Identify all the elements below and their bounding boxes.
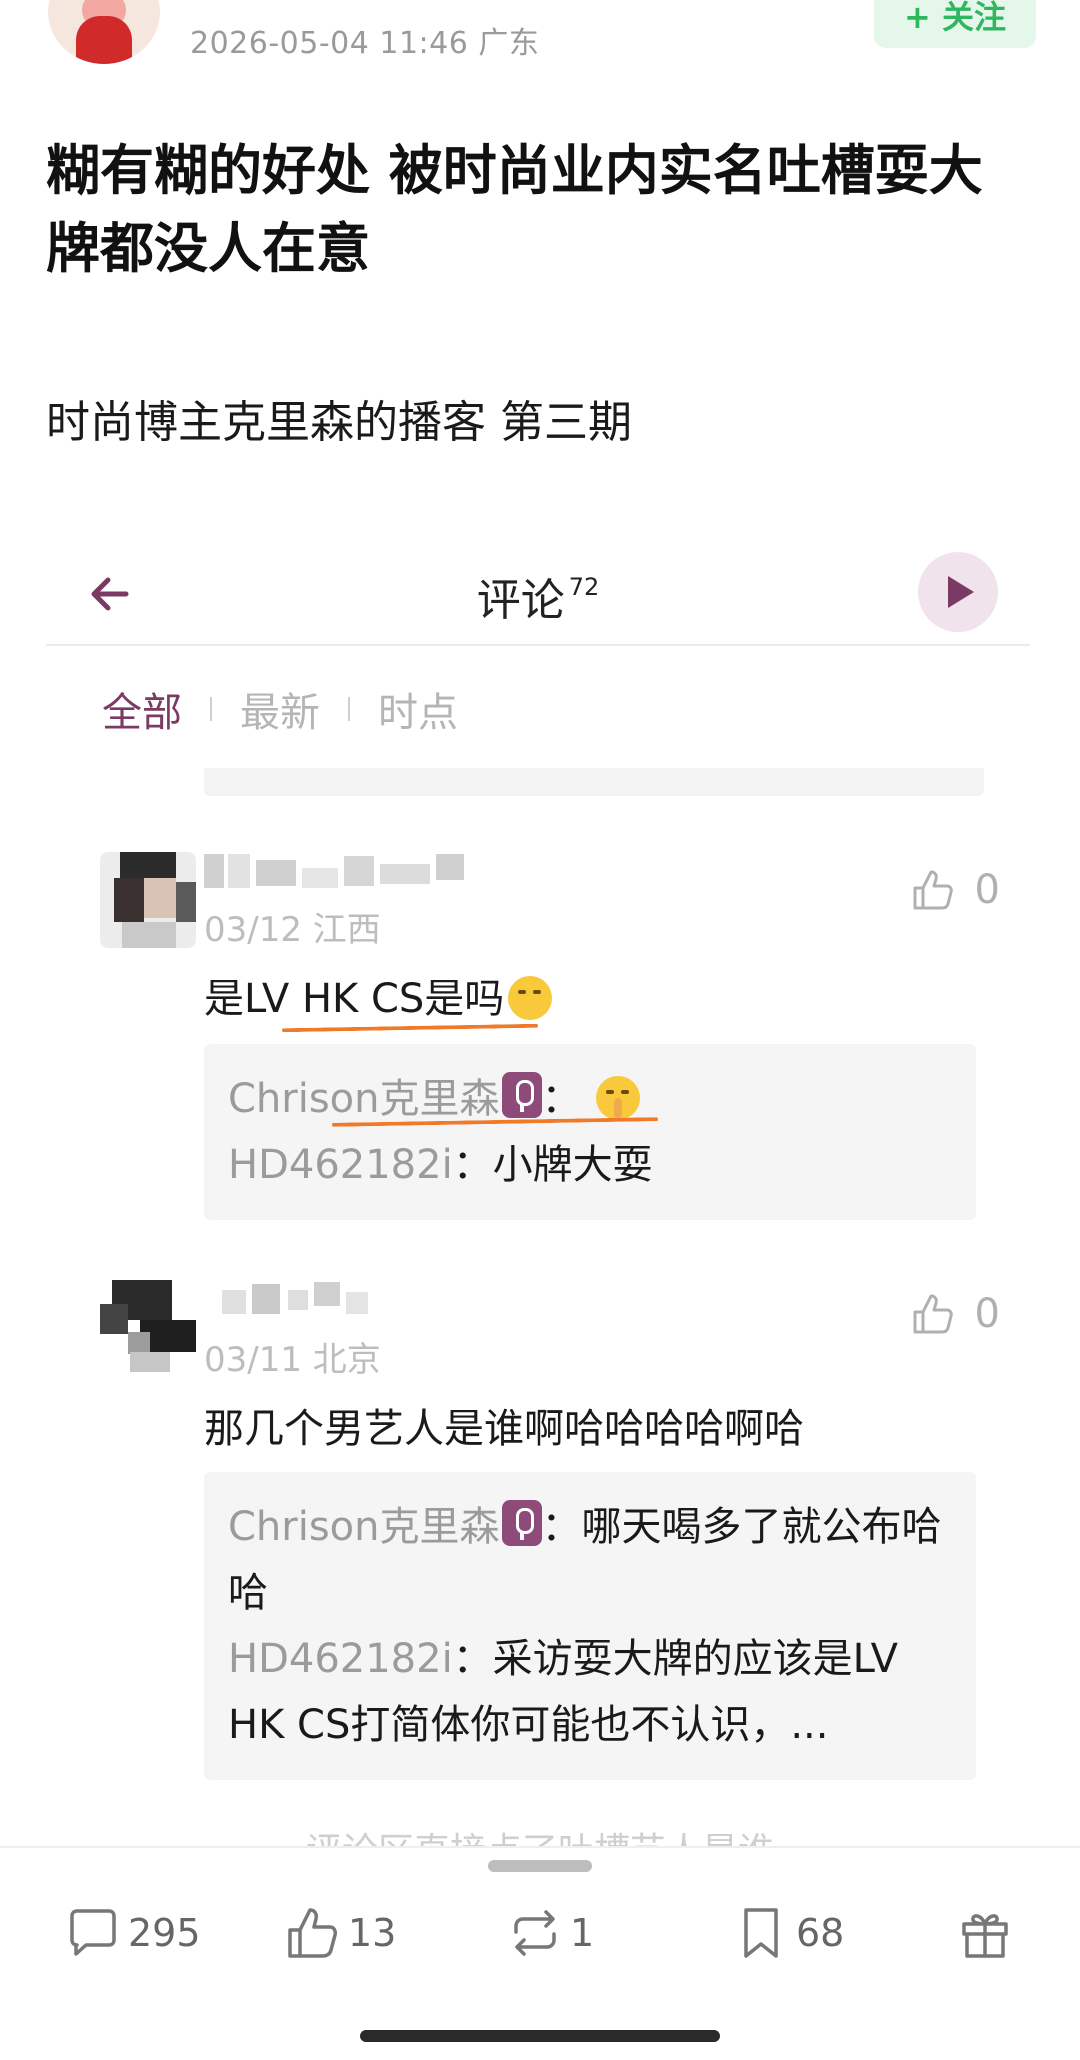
comments-title-label: 评论 [476, 575, 565, 626]
orange-underline-annotation [281, 1023, 539, 1033]
post-meta: 2026-05-04 11:46 广东 [190, 26, 540, 61]
thumbs-up-icon [913, 1294, 953, 1334]
comment-meta: 03/12 江西 [204, 910, 381, 950]
post-header: 2026-05-04 11:46 广东 + 关注 [0, 0, 1080, 72]
comment-icon [70, 1909, 116, 1956]
comment-like-button[interactable]: 0 [909, 866, 1000, 914]
drag-handle[interactable] [488, 1860, 592, 1872]
comment-meta: 03/11 北京 [204, 1340, 381, 1380]
reply-line: HD462182i：小牌大耍 [228, 1132, 952, 1198]
reply-text: ： [541, 1076, 582, 1122]
tab-timepoint[interactable]: 时点 [378, 680, 458, 738]
repost-icon [514, 1910, 556, 1956]
tab-divider [348, 697, 350, 721]
commenter-avatar-blurred[interactable] [100, 1280, 196, 1376]
bottom-action-bar: 295 13 1 68 [0, 1846, 1080, 2060]
comments-count: 72 [568, 573, 600, 601]
reply-line: HD462182i：采访耍大牌的应该是LV HK CS打简体你可能也不认识，..… [228, 1626, 952, 1758]
like-count: 13 [348, 1911, 397, 1955]
reply-author[interactable]: HD462182i [228, 1636, 453, 1682]
avatar-body [76, 16, 132, 64]
comment-text: 是LV HK CS是吗 [204, 966, 553, 1024]
reply-box[interactable]: Chrison克里森 ：哪天喝多了就公布哈哈 HD462182i：采访耍大牌的应该… [204, 1472, 976, 1780]
post-title: 糊有糊的好处 被时尚业内实名吐槽耍大牌都没人在意 [46, 139, 983, 280]
comment-like-count: 0 [974, 1291, 1000, 1337]
shushing-emoji-icon [595, 1076, 640, 1120]
thumbs-up-icon [288, 1908, 337, 1958]
reply-line: Chrison克里森 ：哪天喝多了就公布哈哈 [228, 1494, 952, 1626]
tab-latest[interactable]: 最新 [240, 680, 320, 738]
reply-author[interactable]: Chrison克里森 [228, 1504, 500, 1550]
home-indicator[interactable] [360, 2030, 720, 2042]
comment-like-button[interactable]: 0 [909, 1290, 1000, 1338]
commenter-name-blurred[interactable] [204, 1278, 504, 1320]
commenter-avatar-blurred[interactable] [100, 852, 196, 948]
comment-filter-tabs: 全部 最新 时点 [102, 680, 458, 738]
next-comment-peek: 评论区直接点了吐槽艺人是谁 [0, 1822, 1080, 1846]
post-subtitle: 时尚博主克里森的播客 第三期 [46, 397, 632, 448]
follow-button[interactable]: + 关注 [874, 0, 1036, 48]
reply-author[interactable]: Chrison克里森 [228, 1076, 500, 1122]
comment-like-count: 0 [974, 867, 1000, 913]
mic-icon [501, 1500, 542, 1546]
reply-box[interactable]: Chrison克里森 ： HD462182i：小牌大耍 [204, 1044, 976, 1220]
comment-text: 那几个男艺人是谁啊哈哈哈哈啊哈 [204, 1406, 804, 1452]
play-button[interactable] [918, 552, 998, 632]
tab-all[interactable]: 全部 [102, 680, 182, 738]
gift-icon [962, 1914, 1008, 1958]
author-avatar[interactable] [48, 0, 160, 64]
play-icon [948, 576, 974, 608]
comment-item: 03/12 江西 0 是LV HK CS是吗 Chrison克里森 ： HD462… [100, 850, 1000, 1240]
comment-text-body: 是LV HK CS是吗 [204, 976, 505, 1022]
bookmark-icon [744, 1908, 778, 1958]
bookmark-button[interactable]: 68 [732, 1904, 844, 1962]
comment-count: 295 [128, 1911, 201, 1955]
bookmark-count: 68 [796, 1911, 845, 1955]
repost-count: 1 [570, 1911, 595, 1955]
comment-button[interactable]: 295 [64, 1904, 201, 1962]
mic-icon [501, 1072, 542, 1118]
comment-item: 03/11 北京 0 那几个男艺人是谁啊哈哈哈哈啊哈 Chrison克里森 ：哪天… [100, 1278, 1000, 1798]
smirk-emoji-icon [508, 976, 553, 1020]
previous-reply-box-edge [204, 768, 984, 796]
thumbs-up-icon [913, 870, 953, 910]
comments-header: 评论 72 [46, 540, 1030, 646]
tab-divider [210, 697, 212, 721]
reply-author[interactable]: HD462182i [228, 1142, 453, 1188]
comments-panel: 评论 72 全部 最新 时点 [46, 540, 1030, 796]
commenter-name-blurred[interactable] [204, 850, 504, 892]
like-button[interactable]: 13 [284, 1904, 396, 1962]
repost-button[interactable]: 1 [506, 1904, 594, 1962]
comments-title: 评论 72 [46, 564, 1030, 628]
reply-text: ：小牌大耍 [452, 1142, 653, 1188]
gift-button[interactable] [956, 1904, 1020, 1962]
